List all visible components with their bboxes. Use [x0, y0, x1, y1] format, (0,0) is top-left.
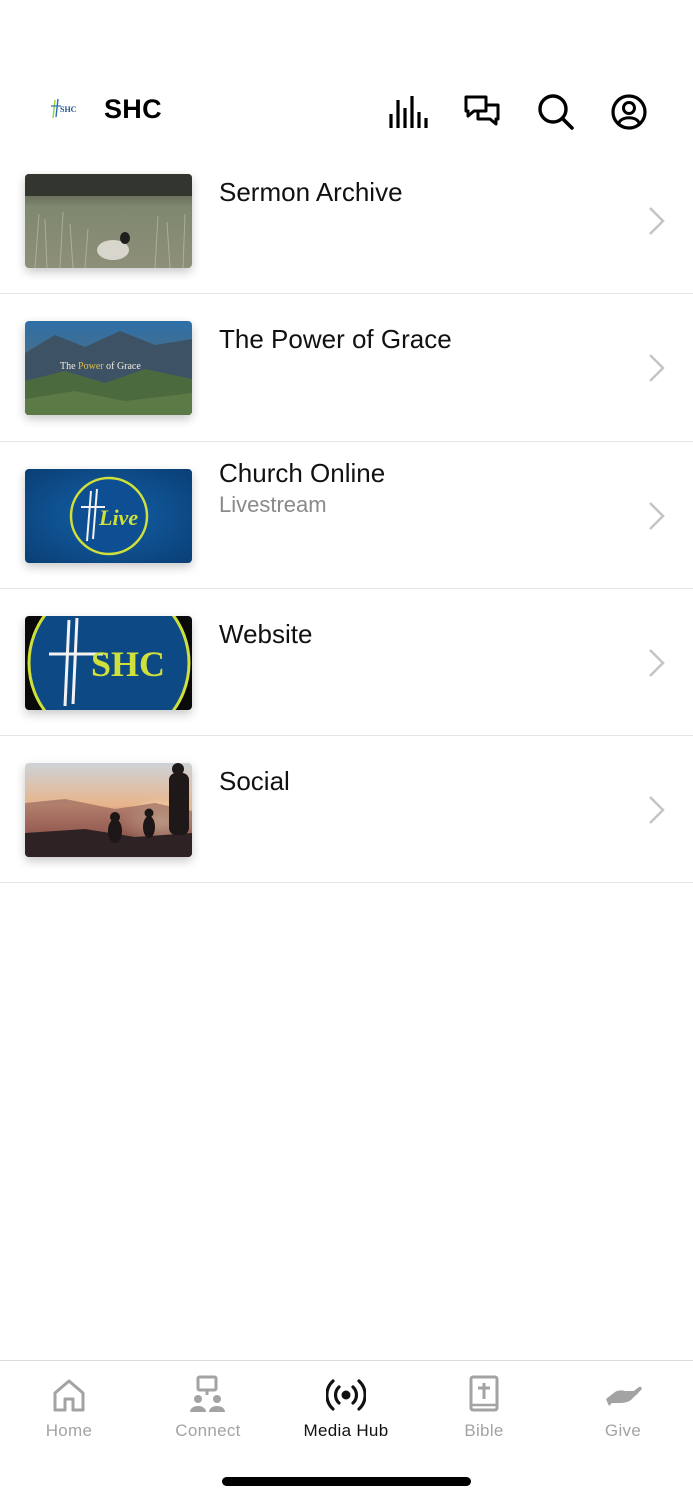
list-item-sermon-archive[interactable]: Sermon Archive [0, 147, 693, 295]
item-subtitle: Livestream [219, 491, 327, 517]
profile-icon[interactable] [609, 92, 649, 132]
list-item-power-of-grace[interactable]: The Power of Grace The Power of Grace [0, 294, 693, 442]
media-hub-list: Sermon Archive The Power of Grace The Po… [0, 147, 693, 884]
home-indicator[interactable] [222, 1477, 471, 1486]
tab-home[interactable]: Home [0, 1361, 138, 1461]
item-title: Website [219, 618, 313, 649]
tab-label: Home [45, 1421, 93, 1440]
thumbnail-live-badge: Live [25, 468, 192, 563]
thumbnail-field-with-sheep [25, 174, 192, 268]
item-title: Social [219, 766, 290, 797]
item-title: The Power of Grace [219, 324, 452, 355]
connect-icon [188, 1375, 228, 1415]
tab-label: Give [604, 1421, 642, 1440]
tab-give[interactable]: Give [554, 1361, 692, 1461]
tab-label: Media Hub [303, 1421, 389, 1440]
thumbnail-sunset-hikers [25, 763, 192, 858]
tab-media-hub[interactable]: Media Hub [277, 1361, 415, 1461]
svg-text:The Power of Grace: The Power of Grace [60, 361, 141, 372]
chevron-right-icon [647, 205, 667, 237]
chevron-right-icon [647, 794, 667, 826]
home-icon [49, 1375, 89, 1415]
app-header: SHC SHC [0, 80, 693, 142]
church-logo: SHC [50, 98, 80, 120]
svg-text:Live: Live [98, 505, 138, 530]
search-icon[interactable] [536, 92, 576, 132]
chevron-right-icon [647, 500, 667, 532]
tab-label: Connect [175, 1421, 241, 1440]
audio-bars-icon[interactable] [388, 92, 428, 132]
broadcast-icon [325, 1375, 367, 1415]
svg-text:SHC: SHC [91, 644, 165, 684]
list-item-social[interactable]: Social [0, 736, 693, 884]
item-title: Sermon Archive [219, 177, 403, 207]
thumbnail-shc-badge: SHC [25, 615, 192, 710]
app-title: SHC [104, 94, 162, 124]
tab-bible[interactable]: Bible [415, 1361, 553, 1461]
list-item-website[interactable]: SHC Website [0, 589, 693, 737]
svg-text:SHC: SHC [60, 105, 77, 114]
chat-icon[interactable] [462, 92, 502, 132]
list-item-church-online[interactable]: Live Church Online Livestream [0, 442, 693, 589]
chevron-right-icon [647, 647, 667, 679]
give-hand-icon [603, 1375, 643, 1415]
thumbnail-mountain-landscape: The Power of Grace [25, 321, 192, 416]
item-title: Church Online [219, 457, 386, 488]
tab-connect[interactable]: Connect [139, 1361, 277, 1461]
chevron-right-icon [647, 352, 667, 384]
tab-label: Bible [464, 1421, 504, 1440]
bible-icon [464, 1375, 504, 1415]
